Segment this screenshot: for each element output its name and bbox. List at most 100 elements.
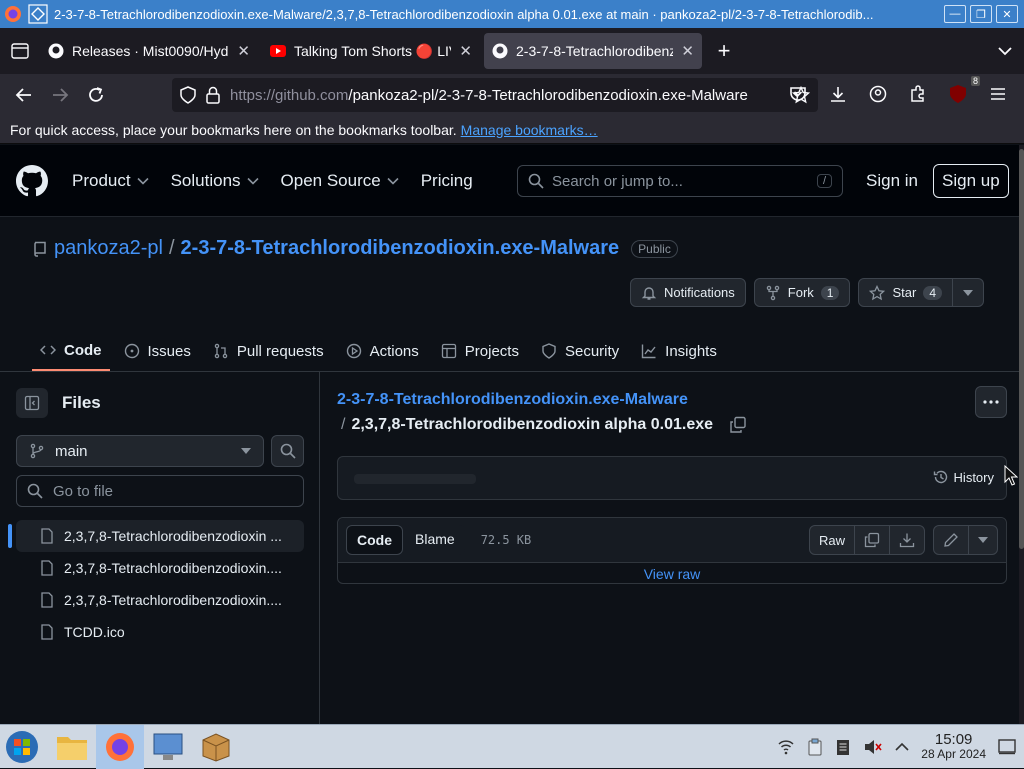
extensions-button[interactable]: [900, 78, 936, 110]
fork-button[interactable]: Fork 1: [753, 278, 851, 307]
system-tray: 15:09 28 Apr 2024: [777, 732, 1024, 762]
raw-button[interactable]: Raw: [810, 526, 855, 554]
branch-selector[interactable]: main: [16, 435, 264, 467]
go-to-file-input[interactable]: Go to file: [16, 475, 304, 507]
more-options-button[interactable]: [975, 386, 1007, 418]
branch-name: main: [55, 442, 88, 460]
scrollbar-thumb[interactable]: [1019, 149, 1024, 549]
taskbar-control-panel[interactable]: [144, 725, 192, 769]
clipboard-icon[interactable]: [807, 738, 823, 756]
menu-open-source[interactable]: Open Source: [281, 171, 399, 191]
tab-actions[interactable]: Actions: [338, 331, 427, 371]
menu-button[interactable]: [980, 78, 1016, 110]
menu-product[interactable]: Product: [72, 171, 149, 191]
tab-list-button[interactable]: [0, 43, 40, 59]
menu-solutions[interactable]: Solutions: [171, 171, 259, 191]
notifications-button[interactable]: Notifications: [629, 278, 746, 307]
close-icon[interactable]: ✕: [237, 42, 250, 60]
taskbar-package-manager[interactable]: [192, 725, 240, 769]
edit-file-button[interactable]: [934, 526, 969, 554]
notes-icon[interactable]: [835, 738, 851, 756]
reload-button[interactable]: [78, 79, 114, 111]
file-item[interactable]: 2,3,7,8-Tetrachlorodibenzodioxin....: [16, 584, 304, 616]
minimize-button[interactable]: —: [944, 5, 966, 23]
url-bar[interactable]: https://github.com/pankoza2-pl/2-3-7-8-T…: [172, 78, 818, 112]
forward-button[interactable]: [42, 79, 78, 111]
back-button[interactable]: [6, 79, 42, 111]
search-icon: [528, 173, 544, 189]
manage-bookmarks-link[interactable]: Manage bookmarks…: [461, 122, 598, 138]
menu-pricing[interactable]: Pricing: [421, 171, 473, 191]
file-view: 2-3-7-8-Tetrachlorodibenzodioxin.exe-Mal…: [321, 372, 1019, 724]
clock-time: 15:09: [934, 730, 973, 748]
repo-owner-link[interactable]: pankoza2-pl: [54, 237, 163, 260]
download-raw-button[interactable]: [890, 526, 924, 554]
copy-icon[interactable]: [729, 416, 747, 434]
collapse-sidebar-button[interactable]: [16, 388, 48, 418]
menu-label: Product: [72, 170, 131, 190]
close-window-button[interactable]: ✕: [996, 5, 1018, 23]
copy-raw-button[interactable]: [855, 526, 890, 554]
show-desktop-icon[interactable]: [998, 738, 1016, 755]
network-icon[interactable]: [777, 738, 795, 756]
search-files-button[interactable]: [271, 435, 304, 467]
code-toggle-button[interactable]: Code: [346, 525, 403, 555]
repo-name-link[interactable]: 2-3-7-8-Tetrachlorodibenzodioxin.exe-Mal…: [181, 237, 620, 260]
tab-talking-tom[interactable]: Talking Tom Shorts 🔴 LIVE ✕: [262, 33, 480, 69]
file-item[interactable]: TCDD.ico: [16, 616, 304, 648]
tab-security[interactable]: Security: [533, 331, 627, 371]
account-button[interactable]: [860, 78, 896, 110]
tab-overflow-button[interactable]: [998, 46, 1024, 56]
close-icon[interactable]: ✕: [459, 42, 472, 60]
tab-insights[interactable]: Insights: [633, 331, 725, 371]
pocket-button[interactable]: [780, 78, 816, 110]
clock[interactable]: 15:09 28 Apr 2024: [921, 732, 986, 762]
file-name: TCDD.ico: [64, 624, 125, 640]
blame-toggle-button[interactable]: Blame: [405, 525, 465, 555]
taskbar-file-manager[interactable]: [48, 725, 96, 769]
tab-label: Issues: [147, 342, 191, 360]
arrow-left-icon: [15, 88, 31, 102]
new-tab-button[interactable]: +: [706, 38, 742, 64]
tab-releases[interactable]: Releases · Mist0090/Hydra ✕: [40, 33, 258, 69]
github-search-input[interactable]: Search or jump to... /: [517, 165, 843, 197]
tab-issues[interactable]: Issues: [116, 331, 199, 371]
star-button[interactable]: Star 4: [858, 278, 953, 307]
edit-dropdown-button[interactable]: [969, 526, 997, 554]
star-list-dropdown[interactable]: [953, 278, 984, 307]
sign-up-button[interactable]: Sign up: [933, 164, 1009, 198]
file-item[interactable]: 2,3,7,8-Tetrachlorodibenzodioxin....: [16, 552, 304, 584]
triangle-down-icon: [241, 448, 251, 454]
file-name: 2,3,7,8-Tetrachlorodibenzodioxin....: [64, 592, 282, 608]
volume-muted-icon[interactable]: [863, 738, 883, 756]
tab-code[interactable]: Code: [32, 331, 110, 371]
file-list: 2,3,7,8-Tetrachlorodibenzodioxin ... 2,3…: [8, 520, 304, 648]
file-toolbar: Code Blame 72.5 KB Raw: [338, 518, 1006, 563]
chevron-up-icon[interactable]: [895, 742, 909, 752]
downloads-button[interactable]: [820, 78, 856, 110]
history-button[interactable]: History: [933, 469, 994, 485]
view-raw-link[interactable]: View raw: [338, 566, 1006, 582]
page-scrollbar[interactable]: [1019, 145, 1024, 724]
sign-in-link[interactable]: Sign in: [866, 171, 918, 191]
search-shortcut-key: /: [816, 174, 832, 188]
star-count: 4: [923, 285, 942, 300]
tab-repo-active[interactable]: 2-3-7-8-Tetrachlorodibenzodioxin ✕: [484, 33, 702, 69]
ublock-button[interactable]: 8: [940, 76, 980, 110]
pencil-icon: [944, 533, 958, 547]
chevron-down-icon: [998, 47, 1012, 56]
tab-pull-requests[interactable]: Pull requests: [205, 331, 332, 371]
maximize-button[interactable]: ❐: [970, 5, 992, 23]
package-icon: [202, 732, 230, 762]
breadcrumb-repo-link[interactable]: 2-3-7-8-Tetrachlorodibenzodioxin.exe-Mal…: [337, 391, 688, 409]
file-content-box: Code Blame 72.5 KB Raw View raw: [337, 517, 1007, 584]
taskbar-firefox[interactable]: [96, 724, 144, 769]
close-icon[interactable]: ✕: [681, 42, 694, 60]
diamond-icon[interactable]: [28, 4, 48, 24]
start-button[interactable]: [0, 725, 44, 769]
pocket-icon: [790, 87, 806, 101]
breadcrumb: / 2,3,7,8-Tetrachlorodibenzodioxin alpha…: [341, 416, 747, 434]
tab-projects[interactable]: Projects: [433, 331, 527, 371]
github-logo-icon[interactable]: [16, 164, 48, 197]
file-item[interactable]: 2,3,7,8-Tetrachlorodibenzodioxin ...: [8, 520, 304, 552]
